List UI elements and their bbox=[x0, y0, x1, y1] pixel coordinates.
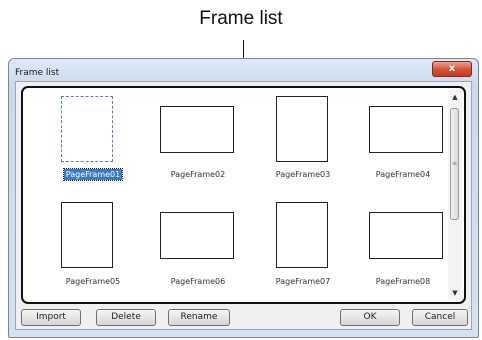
frame-item-01[interactable]: PageFrame01 bbox=[43, 90, 143, 190]
scroll-thumb[interactable]: ≡ bbox=[450, 108, 459, 220]
scroll-up-arrow-icon[interactable]: ▲ bbox=[448, 90, 462, 104]
frame-label: PageFrame08 bbox=[375, 277, 431, 286]
close-icon: x bbox=[448, 63, 456, 74]
frame-label: PageFrame04 bbox=[375, 170, 431, 179]
frame-label: PageFrame05 bbox=[65, 277, 121, 286]
frame-thumbnail bbox=[160, 106, 234, 153]
frame-thumbnail bbox=[276, 96, 328, 162]
cancel-button[interactable]: Cancel bbox=[412, 309, 468, 326]
dialog-title: Frame list bbox=[15, 68, 60, 78]
frame-item-03[interactable]: PageFrame03 bbox=[253, 90, 353, 190]
frame-item-04[interactable]: PageFrame04 bbox=[353, 90, 453, 190]
rename-button[interactable]: Rename bbox=[168, 309, 230, 326]
frame-item-05[interactable]: PageFrame05 bbox=[43, 197, 143, 297]
callout-label: Frame list bbox=[199, 8, 283, 29]
frame-thumbnail bbox=[61, 96, 113, 162]
title-bar[interactable]: Frame list x bbox=[9, 59, 478, 81]
frame-item-02[interactable]: PageFrame02 bbox=[148, 90, 248, 190]
frame-item-06[interactable]: PageFrame06 bbox=[148, 197, 248, 297]
dialog-content: PageFrame01 PageFrame02 PageFrame03 Page… bbox=[15, 81, 472, 330]
import-button[interactable]: Import bbox=[21, 309, 81, 326]
scroll-down-arrow-icon[interactable]: ▼ bbox=[448, 286, 462, 300]
ok-button[interactable]: OK bbox=[340, 309, 400, 326]
frame-label: PageFrame02 bbox=[170, 170, 226, 179]
frame-thumbnail bbox=[61, 202, 113, 268]
frame-thumbnail bbox=[369, 106, 443, 153]
frame-label: PageFrame01 bbox=[62, 168, 124, 181]
frame-item-07[interactable]: PageFrame07 bbox=[253, 197, 353, 297]
frame-thumbnail bbox=[160, 212, 234, 259]
frame-label: PageFrame06 bbox=[170, 277, 226, 286]
frame-thumbnail bbox=[276, 202, 328, 268]
close-button[interactable]: x bbox=[432, 61, 472, 77]
grip-icon: ≡ bbox=[451, 160, 458, 167]
frame-thumbnail bbox=[369, 212, 443, 259]
frame-label: PageFrame07 bbox=[275, 277, 331, 286]
delete-button[interactable]: Delete bbox=[96, 309, 156, 326]
frame-list[interactable]: PageFrame01 PageFrame02 PageFrame03 Page… bbox=[21, 86, 466, 304]
frame-list-dialog: Frame list x PageFrame01 PageFrame02 Pag… bbox=[8, 58, 479, 338]
frame-label: PageFrame03 bbox=[275, 170, 331, 179]
vertical-scrollbar[interactable]: ▲ ≡ ▼ bbox=[448, 90, 462, 300]
frame-item-08[interactable]: PageFrame08 bbox=[353, 197, 453, 297]
